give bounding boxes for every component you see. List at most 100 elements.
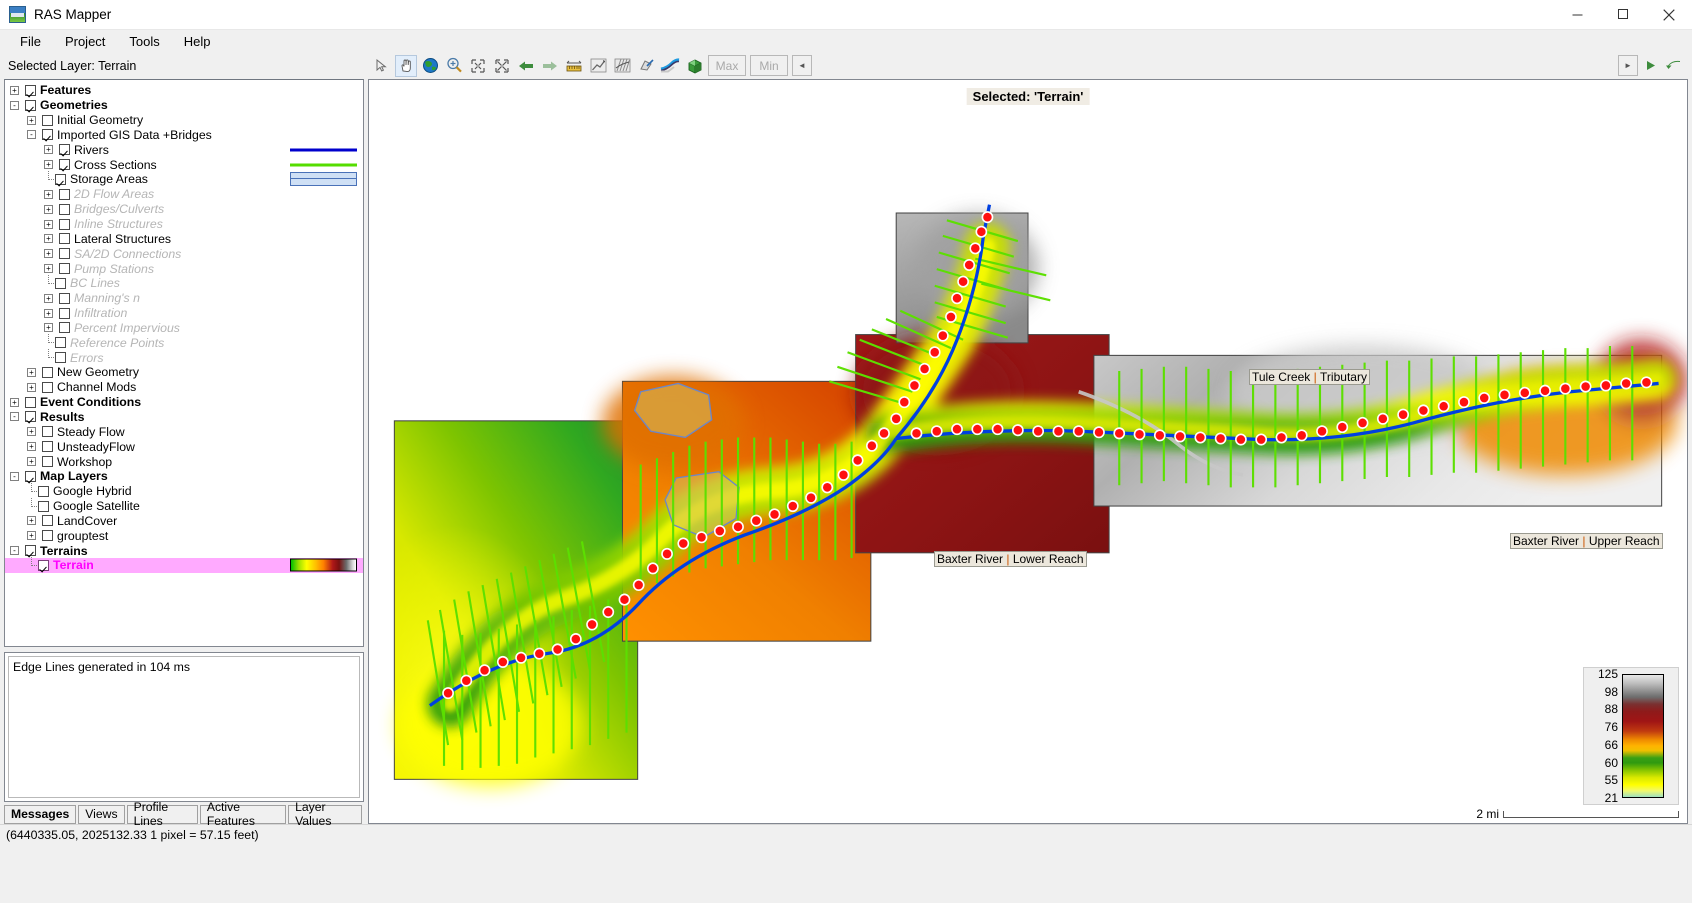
tree-item-workshop[interactable]: + Workshop bbox=[5, 454, 363, 469]
expand-icon[interactable]: + bbox=[10, 85, 19, 95]
tree-item-errors[interactable]: Errors bbox=[5, 349, 363, 365]
layer-checkbox[interactable] bbox=[38, 485, 49, 497]
cross-section-lines-icon[interactable] bbox=[611, 55, 633, 77]
tree-item-google-hybrid[interactable]: Google Hybrid bbox=[5, 482, 363, 499]
tree-item-percent-impervious[interactable]: + Percent Impervious bbox=[5, 321, 363, 336]
expand-icon[interactable]: + bbox=[44, 249, 53, 259]
layer-checkbox[interactable] bbox=[25, 411, 36, 423]
layer-checkbox[interactable] bbox=[59, 248, 70, 260]
tree-item-landcover[interactable]: + LandCover bbox=[5, 513, 363, 528]
tree-item-bc-lines[interactable]: BC Lines bbox=[5, 274, 363, 291]
layer-checkbox[interactable] bbox=[25, 396, 36, 408]
layer-checkbox[interactable] bbox=[42, 530, 53, 542]
tab-active-features[interactable]: Active Features bbox=[199, 800, 287, 828]
layer-checkbox[interactable] bbox=[59, 307, 70, 319]
tree-item-event-conditions[interactable]: + Event Conditions bbox=[5, 395, 363, 410]
expand-icon[interactable]: + bbox=[27, 367, 36, 377]
forward-arrow-icon[interactable] bbox=[539, 55, 561, 77]
zoom-in-icon[interactable] bbox=[443, 55, 465, 77]
tree-item-steady-flow[interactable]: + Steady Flow bbox=[5, 424, 363, 439]
collapse-icon[interactable]: - bbox=[10, 412, 19, 422]
layer-checkbox[interactable] bbox=[42, 129, 53, 141]
layer-checkbox[interactable] bbox=[59, 233, 70, 245]
tree-item-unsteadyflow[interactable]: + UnsteadyFlow bbox=[5, 439, 363, 454]
tree-item-rivers[interactable]: + Rivers bbox=[5, 142, 363, 157]
tree-item-bridges-culverts[interactable]: + Bridges/Culverts bbox=[5, 202, 363, 217]
tab-layer-values[interactable]: Layer Values bbox=[288, 800, 362, 828]
layer-checkbox[interactable] bbox=[38, 500, 49, 512]
expand-icon[interactable]: + bbox=[27, 442, 36, 452]
tree-item-2d-flow-areas[interactable]: +2D Flow Areas bbox=[5, 187, 363, 202]
tab-views[interactable]: Views bbox=[78, 805, 125, 824]
layer-checkbox[interactable] bbox=[38, 559, 49, 571]
min-button[interactable]: Min bbox=[750, 55, 788, 76]
max-button[interactable]: Max bbox=[708, 55, 746, 76]
layer-checkbox[interactable] bbox=[25, 99, 36, 111]
measure-ruler-icon[interactable] bbox=[563, 55, 585, 77]
menu-file[interactable]: File bbox=[8, 32, 53, 51]
collapse-icon[interactable]: - bbox=[10, 471, 19, 481]
tree-item-cross-sections[interactable]: + Cross Sections bbox=[5, 157, 363, 172]
tree-item-lateral-structures[interactable]: + Lateral Structures bbox=[5, 231, 363, 246]
layers-tree[interactable]: + Features - Geometries + Initial Geometry - Im… bbox=[4, 79, 364, 647]
tree-item-reference-points[interactable]: Reference Points bbox=[5, 334, 363, 350]
tree-item-map-layers[interactable]: - Map Layers bbox=[5, 469, 363, 484]
layer-checkbox[interactable] bbox=[42, 381, 53, 393]
expand-icon[interactable]: + bbox=[44, 219, 53, 229]
expand-icon[interactable]: + bbox=[27, 115, 36, 125]
collapse-icon[interactable]: - bbox=[27, 130, 36, 140]
tree-item-infiltration[interactable]: + Infiltration bbox=[5, 306, 363, 321]
expand-icon[interactable]: + bbox=[44, 264, 53, 274]
menu-tools[interactable]: Tools bbox=[117, 32, 171, 51]
tree-item-pump-stations[interactable]: + Pump Stations bbox=[5, 261, 363, 276]
edit-polygon-icon[interactable] bbox=[635, 55, 657, 77]
3d-view-icon[interactable] bbox=[683, 55, 705, 77]
minimize-button[interactable] bbox=[1554, 0, 1600, 30]
collapse-icon[interactable]: - bbox=[10, 100, 19, 110]
tree-item-channel-mods[interactable]: + Channel Mods bbox=[5, 380, 363, 395]
layer-checkbox[interactable] bbox=[42, 441, 53, 453]
layer-checkbox[interactable] bbox=[59, 263, 70, 275]
layer-checkbox[interactable] bbox=[42, 456, 53, 468]
expand-icon[interactable]: + bbox=[44, 145, 53, 155]
terrain-profile-icon[interactable] bbox=[659, 55, 681, 77]
map-canvas[interactable]: Selected: 'Terrain' Baxter River | Lower… bbox=[368, 79, 1688, 824]
globe-icon[interactable] bbox=[419, 55, 441, 77]
expand-icon[interactable]: + bbox=[27, 531, 36, 541]
zoom-full-extent-icon[interactable] bbox=[491, 55, 513, 77]
expand-icon[interactable]: + bbox=[10, 397, 19, 407]
expand-icon[interactable]: + bbox=[27, 427, 36, 437]
tree-item-terrain[interactable]: Terrain bbox=[5, 556, 363, 573]
layer-checkbox[interactable] bbox=[59, 188, 70, 200]
tree-item-sa-2d-connections[interactable]: + SA/2D Connections bbox=[5, 246, 363, 261]
expand-icon[interactable]: + bbox=[27, 382, 36, 392]
tree-item-imported-gis-data-bridges[interactable]: - Imported GIS Data +Bridges bbox=[5, 128, 363, 143]
tree-item-new-geometry[interactable]: + New Geometry bbox=[5, 365, 363, 380]
expand-icon[interactable]: + bbox=[27, 516, 36, 526]
tree-item-storage-areas[interactable]: Storage Areas bbox=[5, 170, 363, 187]
layer-checkbox[interactable] bbox=[42, 515, 53, 527]
tree-item-terrains[interactable]: - Terrains bbox=[5, 543, 363, 558]
maximize-button[interactable] bbox=[1600, 0, 1646, 30]
layer-checkbox[interactable] bbox=[59, 144, 70, 156]
next-profile-button[interactable]: ► bbox=[1618, 55, 1638, 76]
arrow-select-icon[interactable] bbox=[371, 55, 393, 77]
menu-help[interactable]: Help bbox=[172, 32, 223, 51]
expand-icon[interactable]: + bbox=[44, 204, 53, 214]
tree-item-features[interactable]: + Features bbox=[5, 83, 363, 98]
expand-icon[interactable]: + bbox=[44, 323, 53, 333]
expand-icon[interactable]: + bbox=[44, 160, 53, 170]
profile-line-icon[interactable] bbox=[587, 55, 609, 77]
rewind-animation-button[interactable] bbox=[1663, 55, 1685, 77]
pan-hand-icon[interactable] bbox=[395, 54, 417, 77]
tree-item-geometries[interactable]: - Geometries bbox=[5, 98, 363, 113]
layer-checkbox[interactable] bbox=[42, 114, 53, 126]
close-button[interactable] bbox=[1646, 0, 1692, 30]
layer-checkbox[interactable] bbox=[25, 545, 36, 557]
tree-item-google-satellite[interactable]: Google Satellite bbox=[5, 497, 363, 514]
tab-messages[interactable]: Messages bbox=[4, 805, 77, 824]
layer-checkbox[interactable] bbox=[55, 352, 66, 364]
expand-icon[interactable]: + bbox=[44, 234, 53, 244]
tree-item-grouptest[interactable]: + grouptest bbox=[5, 528, 363, 543]
layer-checkbox[interactable] bbox=[55, 173, 66, 185]
